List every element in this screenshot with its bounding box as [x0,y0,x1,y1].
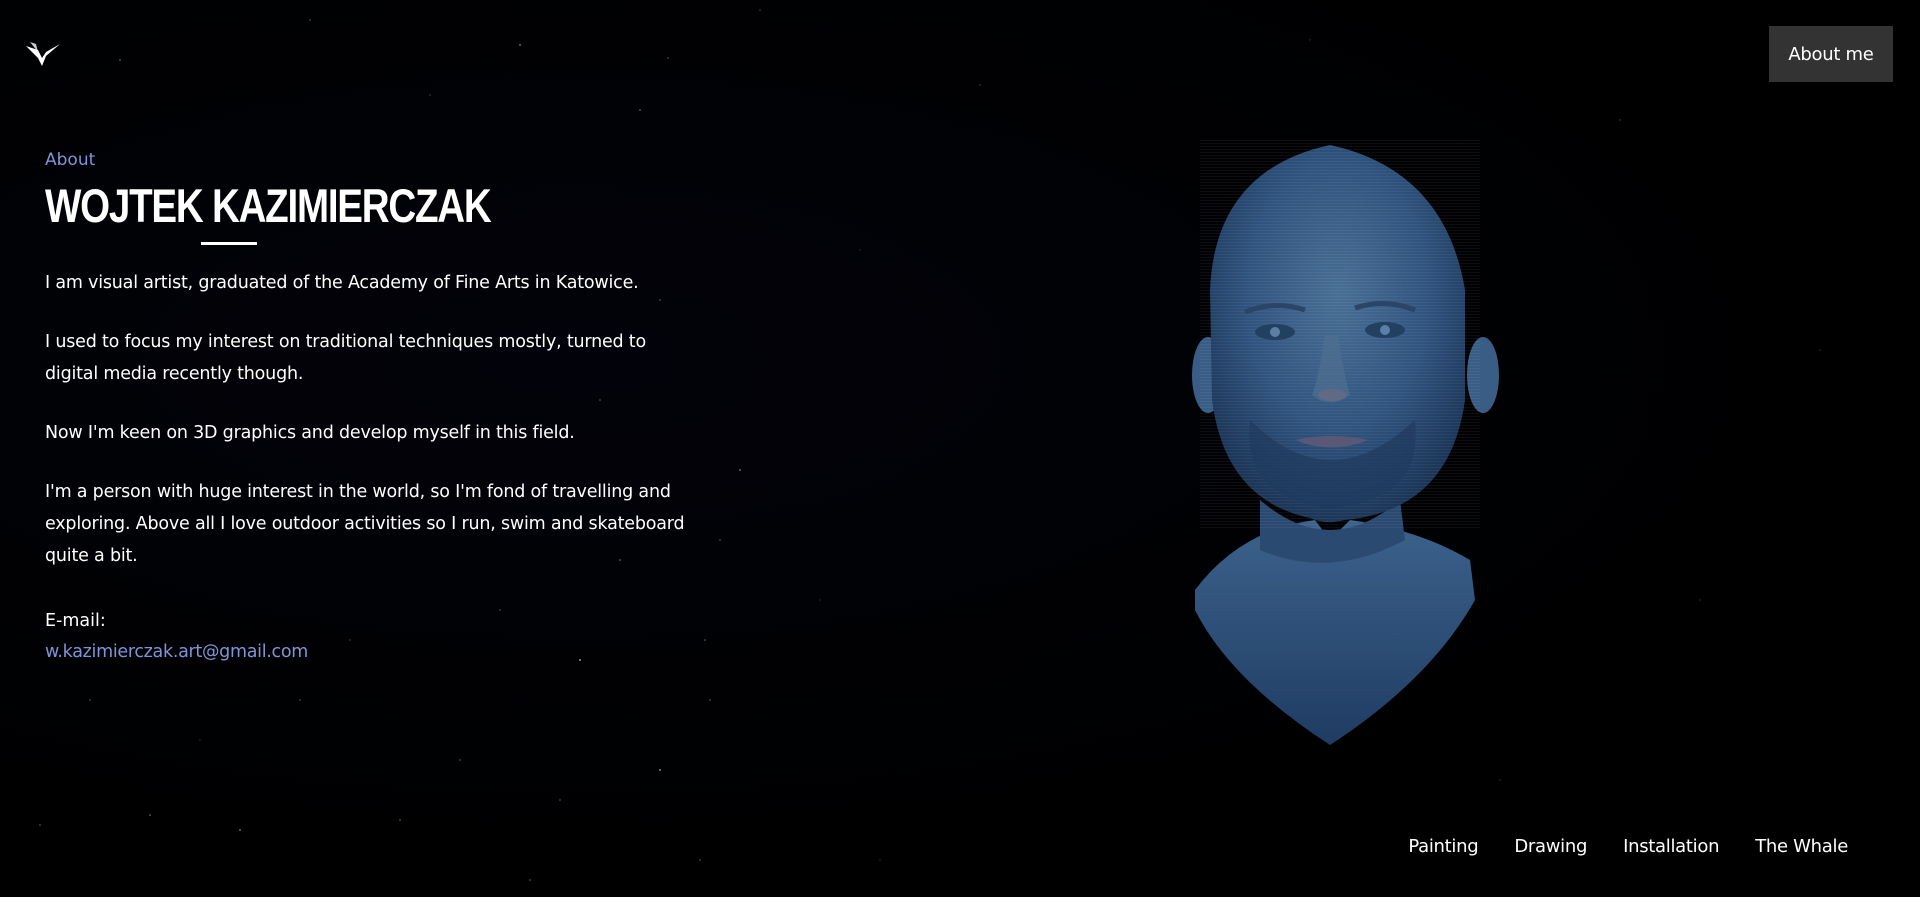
bio-paragraph: I'm a person with huge interest in the w… [45,482,685,566]
about-section: About WOJTEK KAZIMIERCZAK I am visual ar… [45,150,725,668]
bio-paragraph: I am visual artist, graduated of the Aca… [45,273,639,293]
nav-link-drawing[interactable]: Drawing [1514,836,1587,857]
nav-link-the-whale[interactable]: The Whale [1755,836,1848,857]
nav-link-painting[interactable]: Painting [1408,836,1478,857]
section-eyebrow: About [45,150,96,170]
bio-paragraph: I used to focus my interest on tradition… [45,332,646,384]
email-label: E-mail: [45,611,106,631]
page: About me About WOJTEK KAZIMIERCZAK I am … [0,0,1920,897]
3d-head-portrait [1192,140,1499,745]
artist-name-heading: WOJTEK KAZIMIERCZAK [45,179,492,232]
about-me-button[interactable]: About me [1769,26,1893,82]
heading-underline [201,242,257,245]
bio-paragraph: Now I'm keen on 3D graphics and develop … [45,423,575,443]
bottom-nav: Painting Drawing Installation The Whale [1408,836,1848,857]
bird-logo-icon[interactable] [24,38,62,68]
email-link[interactable]: w.kazimierczak.art@gmail.com [45,637,308,668]
nav-link-installation[interactable]: Installation [1623,836,1719,857]
